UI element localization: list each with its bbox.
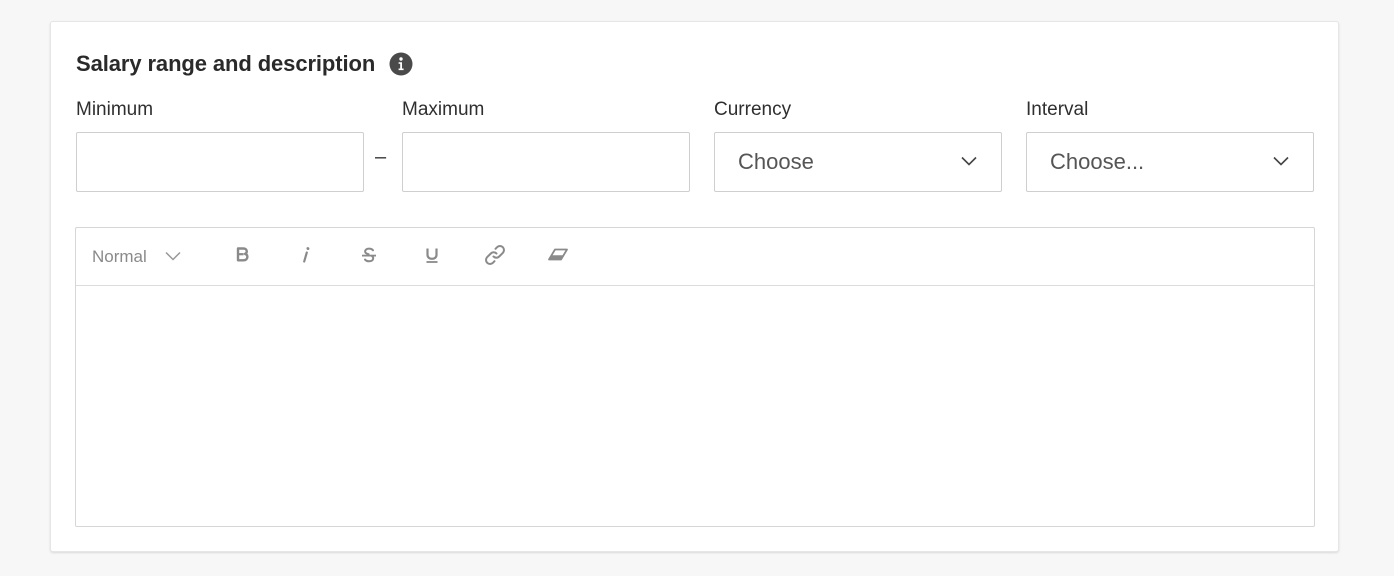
editor-content-area[interactable] xyxy=(76,286,1314,526)
strikethrough-button[interactable] xyxy=(356,244,382,270)
maximum-label: Maximum xyxy=(402,99,485,120)
link-button[interactable] xyxy=(482,244,508,270)
text-style-label: Normal xyxy=(92,247,147,266)
chevron-down-icon xyxy=(961,153,977,171)
currency-select-value: Choose xyxy=(738,149,814,174)
chevron-down-icon xyxy=(165,248,181,266)
maximum-input[interactable] xyxy=(402,132,690,192)
text-style-dropdown[interactable]: Normal xyxy=(92,245,181,269)
clear-format-button[interactable] xyxy=(545,244,571,270)
editor-toolbar: Normal xyxy=(76,228,1314,286)
bold-button[interactable] xyxy=(230,244,256,270)
clear-format-icon xyxy=(546,245,570,270)
section-title: Salary range and description xyxy=(76,51,376,76)
italic-button[interactable] xyxy=(293,244,319,270)
underline-icon xyxy=(424,246,440,269)
underline-button[interactable] xyxy=(419,244,445,270)
interval-select[interactable]: Choose... xyxy=(1026,132,1314,192)
strikethrough-icon xyxy=(360,246,378,269)
interval-select-value: Choose... xyxy=(1050,149,1145,174)
range-separator: – xyxy=(375,146,387,168)
minimum-input[interactable] xyxy=(76,132,364,192)
currency-label: Currency xyxy=(714,99,792,120)
chevron-down-icon xyxy=(1273,153,1289,171)
interval-label: Interval xyxy=(1026,99,1089,120)
info-icon[interactable] xyxy=(389,52,413,76)
italic-icon xyxy=(299,246,313,269)
rich-text-editor: Normal xyxy=(75,227,1315,527)
salary-section-card: Salary range and description Minimum – M… xyxy=(50,21,1339,552)
link-icon xyxy=(483,243,507,272)
currency-select[interactable]: Choose xyxy=(714,132,1002,192)
section-header: Salary range and description xyxy=(76,50,413,78)
minimum-label: Minimum xyxy=(76,99,154,120)
bold-icon xyxy=(235,246,251,269)
